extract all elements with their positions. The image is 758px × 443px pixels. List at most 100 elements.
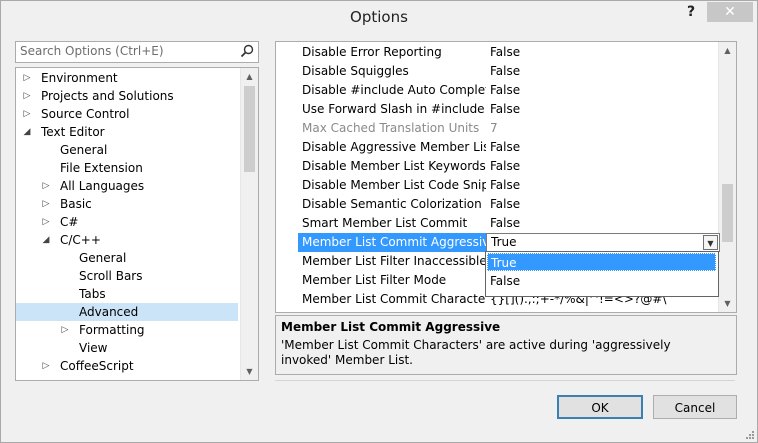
property-value[interactable]: 7: [486, 119, 720, 138]
tree-item[interactable]: File Extension: [16, 159, 238, 177]
search-input[interactable]: [16, 42, 230, 60]
tree-item[interactable]: ▷ Formatting: [16, 321, 238, 339]
tree-item[interactable]: ◢ Text Editor: [16, 123, 238, 141]
property-row[interactable]: Member List Commit Aggressive True ▼: [276, 233, 720, 252]
collapsed-arrow-icon[interactable]: ▷: [22, 69, 32, 87]
property-name: Disable Member List Keywords: [302, 159, 486, 173]
tree-item[interactable]: General: [16, 249, 238, 267]
property-value[interactable]: False: [486, 214, 720, 233]
search-box[interactable]: [15, 41, 259, 63]
collapsed-arrow-icon[interactable]: ▷: [60, 321, 70, 339]
property-row[interactable]: Smart Member List Commit False: [276, 214, 719, 233]
property-row[interactable]: Disable Member List Code Snippets False: [276, 176, 719, 195]
property-name: Member List Commit Aggressive: [298, 233, 486, 252]
scroll-down-icon[interactable]: ▼: [719, 295, 736, 312]
property-name: Member List Filter Inaccessible: [302, 254, 486, 268]
property-name: Disable #include Auto Complete: [302, 83, 486, 97]
tree-item[interactable]: ▷ Basic: [16, 195, 238, 213]
tree-item[interactable]: Advanced: [16, 303, 238, 321]
tree-item-label: C/C++: [60, 233, 101, 247]
scroll-down-icon[interactable]: ▼: [241, 363, 258, 380]
tree-item[interactable]: Scroll Bars: [16, 267, 238, 285]
property-value-text: False: [490, 178, 521, 192]
scroll-up-icon[interactable]: ▲: [719, 42, 736, 59]
property-value[interactable]: False: [486, 195, 720, 214]
tree-item[interactable]: Tabs: [16, 285, 238, 303]
description-text: 'Member List Commit Characters' are acti…: [281, 338, 671, 367]
property-name: Disable Error Reporting: [302, 45, 442, 59]
property-row[interactable]: Disable Member List Keywords False: [276, 157, 719, 176]
tree-item-label: Tabs: [79, 287, 106, 301]
property-name: Max Cached Translation Units: [302, 121, 480, 135]
property-name: Disable Aggressive Member List: [302, 140, 486, 154]
search-icon[interactable]: [240, 44, 254, 58]
property-row[interactable]: Disable Semantic Colorization False: [276, 195, 719, 214]
expanded-arrow-icon[interactable]: ◢: [41, 231, 51, 249]
scroll-thumb[interactable]: [244, 86, 255, 172]
ok-button[interactable]: OK: [557, 395, 643, 419]
property-row[interactable]: Use Forward Slash in #include Auto False: [276, 100, 719, 119]
tree-item[interactable]: ▷ CoffeeScript: [16, 357, 238, 375]
property-value[interactable]: True ▼: [486, 233, 720, 252]
property-value-text: False: [490, 64, 521, 78]
property-value[interactable]: False: [486, 157, 720, 176]
tree-item[interactable]: ◢ C/C++: [16, 231, 238, 249]
property-value[interactable]: False: [486, 138, 720, 157]
tree-item-label: Environment: [41, 71, 118, 85]
resize-grip-icon[interactable]: [745, 430, 755, 440]
tree-item-label: Basic: [60, 197, 92, 211]
property-name: Disable Member List Code Snippets: [302, 178, 486, 192]
scroll-thumb[interactable]: [722, 184, 733, 242]
dropdown-option[interactable]: False: [487, 272, 716, 290]
description-title: Member List Commit Aggressive: [281, 320, 501, 334]
property-value-text: False: [490, 102, 521, 116]
collapsed-arrow-icon[interactable]: ▷: [22, 87, 32, 105]
tree-item[interactable]: View: [16, 339, 238, 357]
property-value[interactable]: False: [486, 62, 720, 81]
close-button[interactable]: ✕: [707, 2, 753, 22]
cancel-button[interactable]: Cancel: [653, 395, 737, 419]
tree-item-label: Scroll Bars: [79, 269, 143, 283]
collapsed-arrow-icon[interactable]: ▷: [41, 213, 51, 231]
tree-item[interactable]: General: [16, 141, 238, 159]
property-value[interactable]: False: [486, 43, 720, 62]
property-value-text: 7: [490, 121, 498, 135]
property-name: Member List Filter Mode: [302, 273, 447, 287]
collapsed-arrow-icon[interactable]: ▷: [22, 105, 32, 123]
property-name: Smart Member List Commit: [302, 216, 468, 230]
collapsed-arrow-icon[interactable]: ▷: [41, 357, 51, 375]
property-value[interactable]: False: [486, 176, 720, 195]
property-value-text: False: [490, 159, 521, 173]
tree-item[interactable]: ▷ Projects and Solutions: [16, 87, 238, 105]
tree-item-label: General: [60, 143, 108, 157]
tree-item-label: View: [79, 341, 108, 355]
property-row[interactable]: Disable Error Reporting False: [276, 43, 719, 62]
property-name: Disable Semantic Colorization: [302, 197, 482, 211]
tree-item[interactable]: ▷ Source Control: [16, 105, 238, 123]
help-button[interactable]: ?: [681, 4, 701, 24]
tree-item[interactable]: ▷ All Languages: [16, 177, 238, 195]
property-value-text: False: [490, 140, 521, 154]
dropdown-option[interactable]: True: [487, 253, 716, 271]
collapsed-arrow-icon[interactable]: ▷: [41, 177, 51, 195]
collapsed-arrow-icon[interactable]: ▷: [41, 195, 51, 213]
dialog-title: Options: [350, 8, 408, 26]
options-dialog: Options ? ✕ ▲ ▼ ▷ Environment ▷ Projects an…: [0, 0, 758, 443]
property-row[interactable]: Disable Squiggles False: [276, 62, 719, 81]
grid-scrollbar[interactable]: ▲ ▼: [718, 42, 736, 312]
tree-item-label: File Extension: [60, 161, 143, 175]
property-row[interactable]: Disable Aggressive Member List False: [276, 138, 719, 157]
scroll-up-icon[interactable]: ▲: [241, 68, 258, 85]
tree-item[interactable]: ▷ Environment: [16, 69, 238, 87]
property-row[interactable]: Disable #include Auto Complete False: [276, 81, 719, 100]
property-row[interactable]: Max Cached Translation Units 7: [276, 119, 719, 138]
tree-item[interactable]: ▷ C#: [16, 213, 238, 231]
options-tree[interactable]: ▲ ▼ ▷ Environment ▷ Projects and Solutions ▷…: [15, 67, 259, 381]
property-value[interactable]: False: [486, 81, 720, 100]
tree-scrollbar[interactable]: ▲ ▼: [240, 68, 258, 380]
expanded-arrow-icon[interactable]: ◢: [22, 123, 32, 141]
chevron-down-icon[interactable]: ▼: [703, 235, 718, 250]
value-dropdown-list[interactable]: True False: [485, 251, 719, 297]
tree-item-label: All Languages: [60, 179, 145, 193]
property-value[interactable]: False: [486, 100, 720, 119]
